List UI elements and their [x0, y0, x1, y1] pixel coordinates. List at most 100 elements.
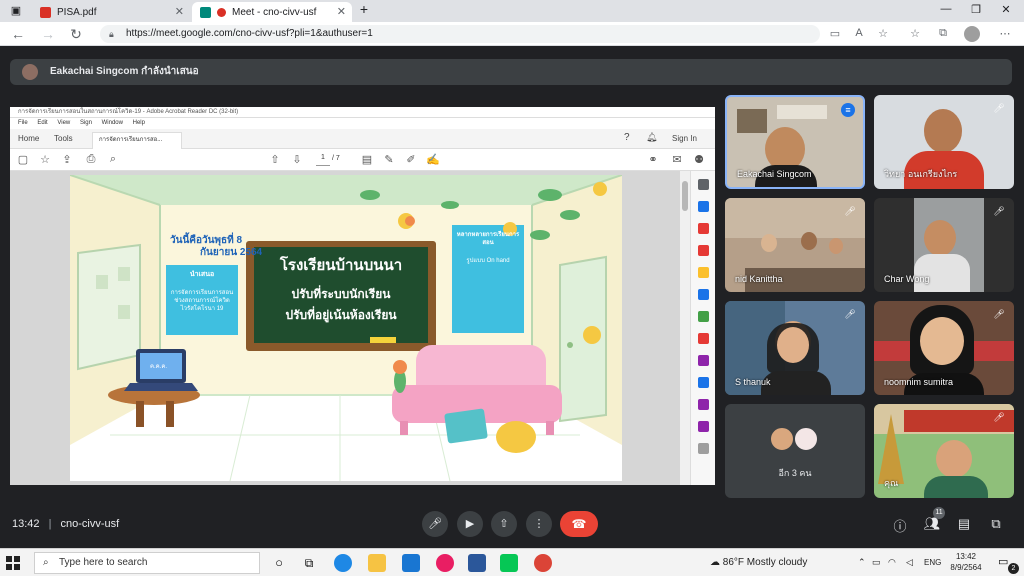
mail-app-icon[interactable]: [402, 554, 420, 572]
forward-icon[interactable]: →: [38, 25, 58, 43]
chrome-icon[interactable]: [534, 554, 552, 572]
participant-tile-noomnim[interactable]: 🎤︎ noomnim sumitra: [874, 301, 1014, 395]
camera-button[interactable]: ▶: [457, 511, 483, 537]
bell-icon[interactable]: 🔔︎: [646, 132, 657, 143]
pdf-doc-tab[interactable]: การจัดการเรียนการสอ...: [92, 132, 182, 149]
sign-in-link[interactable]: Sign In: [672, 134, 697, 143]
draw-icon[interactable]: ✐: [404, 153, 418, 166]
fill-sign-icon[interactable]: [698, 399, 709, 410]
tab-tools[interactable]: Tools: [54, 134, 73, 143]
share-user-icon[interactable]: ⚉: [692, 153, 706, 166]
redact-icon[interactable]: [698, 355, 709, 366]
file-explorer-icon[interactable]: [368, 554, 386, 572]
language-indicator[interactable]: ENG: [924, 558, 941, 567]
more-tools-icon[interactable]: [698, 443, 709, 454]
tab-pisa[interactable]: PISA.pdf ✕: [32, 2, 190, 22]
help-icon[interactable]: ?: [624, 132, 630, 143]
more-icon[interactable]: ⋯: [996, 27, 1014, 40]
task-view-icon[interactable]: ⧉: [300, 554, 318, 572]
notification-icon[interactable]: ▭: [998, 555, 1008, 568]
tray-up-icon[interactable]: ⌃: [858, 557, 866, 568]
camera-icon[interactable]: ▭: [826, 27, 844, 40]
menu-file[interactable]: File: [18, 120, 28, 126]
menu-sign[interactable]: Sign: [80, 120, 92, 126]
zoom-tool-icon[interactable]: [698, 179, 709, 190]
mail-icon[interactable]: ✉: [670, 153, 684, 166]
participant-tile-char[interactable]: 🎤︎ Char Wong: [874, 198, 1014, 292]
system-clock[interactable]: 13:42 8/9/2564: [946, 551, 986, 573]
save-icon[interactable]: ▢: [16, 153, 30, 166]
participant-tile-self[interactable]: 🎤︎ คุณ: [874, 404, 1014, 498]
mic-button[interactable]: 🎤︎: [422, 511, 448, 537]
protect-icon[interactable]: [698, 377, 709, 388]
close-window-button[interactable]: ✕: [992, 3, 1020, 16]
cortana-icon[interactable]: ○: [270, 554, 288, 572]
send-sign-icon[interactable]: [698, 421, 709, 432]
zoom-icon[interactable]: ⌕: [106, 153, 120, 166]
tab-actions-icon[interactable]: ▣: [2, 4, 30, 17]
profile-avatar[interactable]: [964, 26, 980, 42]
new-tab-button[interactable]: +: [350, 1, 378, 17]
highlight-icon[interactable]: ✎: [382, 153, 396, 166]
scroll-thumb[interactable]: [682, 181, 688, 211]
info-icon[interactable]: ⓘ: [891, 516, 909, 535]
prev-page-icon[interactable]: ⇧: [268, 153, 282, 166]
left-card-text: การจัดการเรียนการสอนช่วงสถานการณ์โควิดไว…: [170, 290, 234, 312]
participant-tile-others[interactable]: อีก 3 คน: [725, 404, 865, 498]
edit-pdf-icon[interactable]: [698, 245, 709, 256]
upload-icon[interactable]: ⇪: [60, 153, 74, 166]
wall-sign: [777, 105, 827, 119]
page-number-input[interactable]: 1: [316, 154, 330, 166]
chat-icon[interactable]: ▤: [955, 516, 973, 532]
windows-start-icon[interactable]: [6, 556, 20, 570]
favorite-icon[interactable]: ☆: [874, 27, 892, 40]
activities-icon[interactable]: ⧉: [987, 516, 1005, 532]
combine-icon[interactable]: [698, 289, 709, 300]
url-field[interactable]: 🔒︎ https://meet.google.com/cno-civv-usf?…: [100, 25, 820, 43]
participant-tile-nid[interactable]: 🎤︎ nid Kanittha: [725, 198, 865, 292]
link-icon[interactable]: ⚭: [646, 153, 660, 166]
back-icon[interactable]: ←: [8, 25, 28, 43]
favorites-bar-icon[interactable]: ☆: [906, 27, 924, 40]
compress-icon[interactable]: [698, 333, 709, 344]
next-page-icon[interactable]: ⇩: [290, 153, 304, 166]
network-icon[interactable]: ▭: [872, 557, 881, 568]
close-icon[interactable]: ✕: [337, 5, 346, 18]
organize-icon[interactable]: [698, 311, 709, 322]
participant-tile-s-thanuk[interactable]: 🎤︎ S thanuk: [725, 301, 865, 395]
comment-tool-icon[interactable]: [698, 267, 709, 278]
weather-widget[interactable]: ☁ 86°F Mostly cloudy: [710, 557, 807, 568]
menu-help[interactable]: Help: [133, 120, 145, 126]
tab-meet[interactable]: Meet - cno-civv-usf ✕: [192, 2, 352, 22]
print-icon[interactable]: ⎙: [84, 153, 98, 166]
participant-tile-wittaya[interactable]: 🎤︎ วิทยา อนเกรียงไกร: [874, 95, 1014, 189]
present-button[interactable]: ⇧: [491, 511, 517, 537]
avatar: [924, 220, 956, 256]
menu-window[interactable]: Window: [102, 120, 123, 126]
pdf-scrollbar[interactable]: [680, 171, 690, 485]
create-pdf-icon[interactable]: [698, 223, 709, 234]
participant-tile-eakachai[interactable]: ≡ Eakachai Singcom: [725, 95, 865, 189]
menu-view[interactable]: View: [57, 120, 70, 126]
wifi-icon[interactable]: ◠: [888, 557, 896, 568]
minimize-button[interactable]: —: [932, 3, 960, 15]
edge-icon[interactable]: [334, 554, 352, 572]
taskbar-search-input[interactable]: ⌕ Type here to search: [34, 552, 260, 574]
line-icon[interactable]: [500, 554, 518, 572]
star-icon[interactable]: ☆: [38, 153, 52, 166]
maximize-button[interactable]: ❐: [962, 3, 990, 16]
sign-icon[interactable]: ✍: [426, 153, 440, 166]
close-icon[interactable]: ✕: [175, 5, 184, 18]
export-pdf-icon[interactable]: [698, 201, 709, 212]
paint-icon[interactable]: [436, 554, 454, 572]
collections-icon[interactable]: ⧉: [934, 27, 952, 40]
read-aloud-icon[interactable]: A: [850, 27, 868, 39]
tab-home[interactable]: Home: [18, 134, 39, 143]
reload-icon[interactable]: ↻: [66, 25, 86, 43]
comment-icon[interactable]: ▤: [360, 153, 374, 166]
menu-edit[interactable]: Edit: [37, 120, 47, 126]
volume-icon[interactable]: ◁: [906, 557, 913, 568]
more-options-button[interactable]: ⋮: [526, 511, 552, 537]
word-icon[interactable]: [468, 554, 486, 572]
end-call-button[interactable]: ☎: [560, 511, 598, 537]
